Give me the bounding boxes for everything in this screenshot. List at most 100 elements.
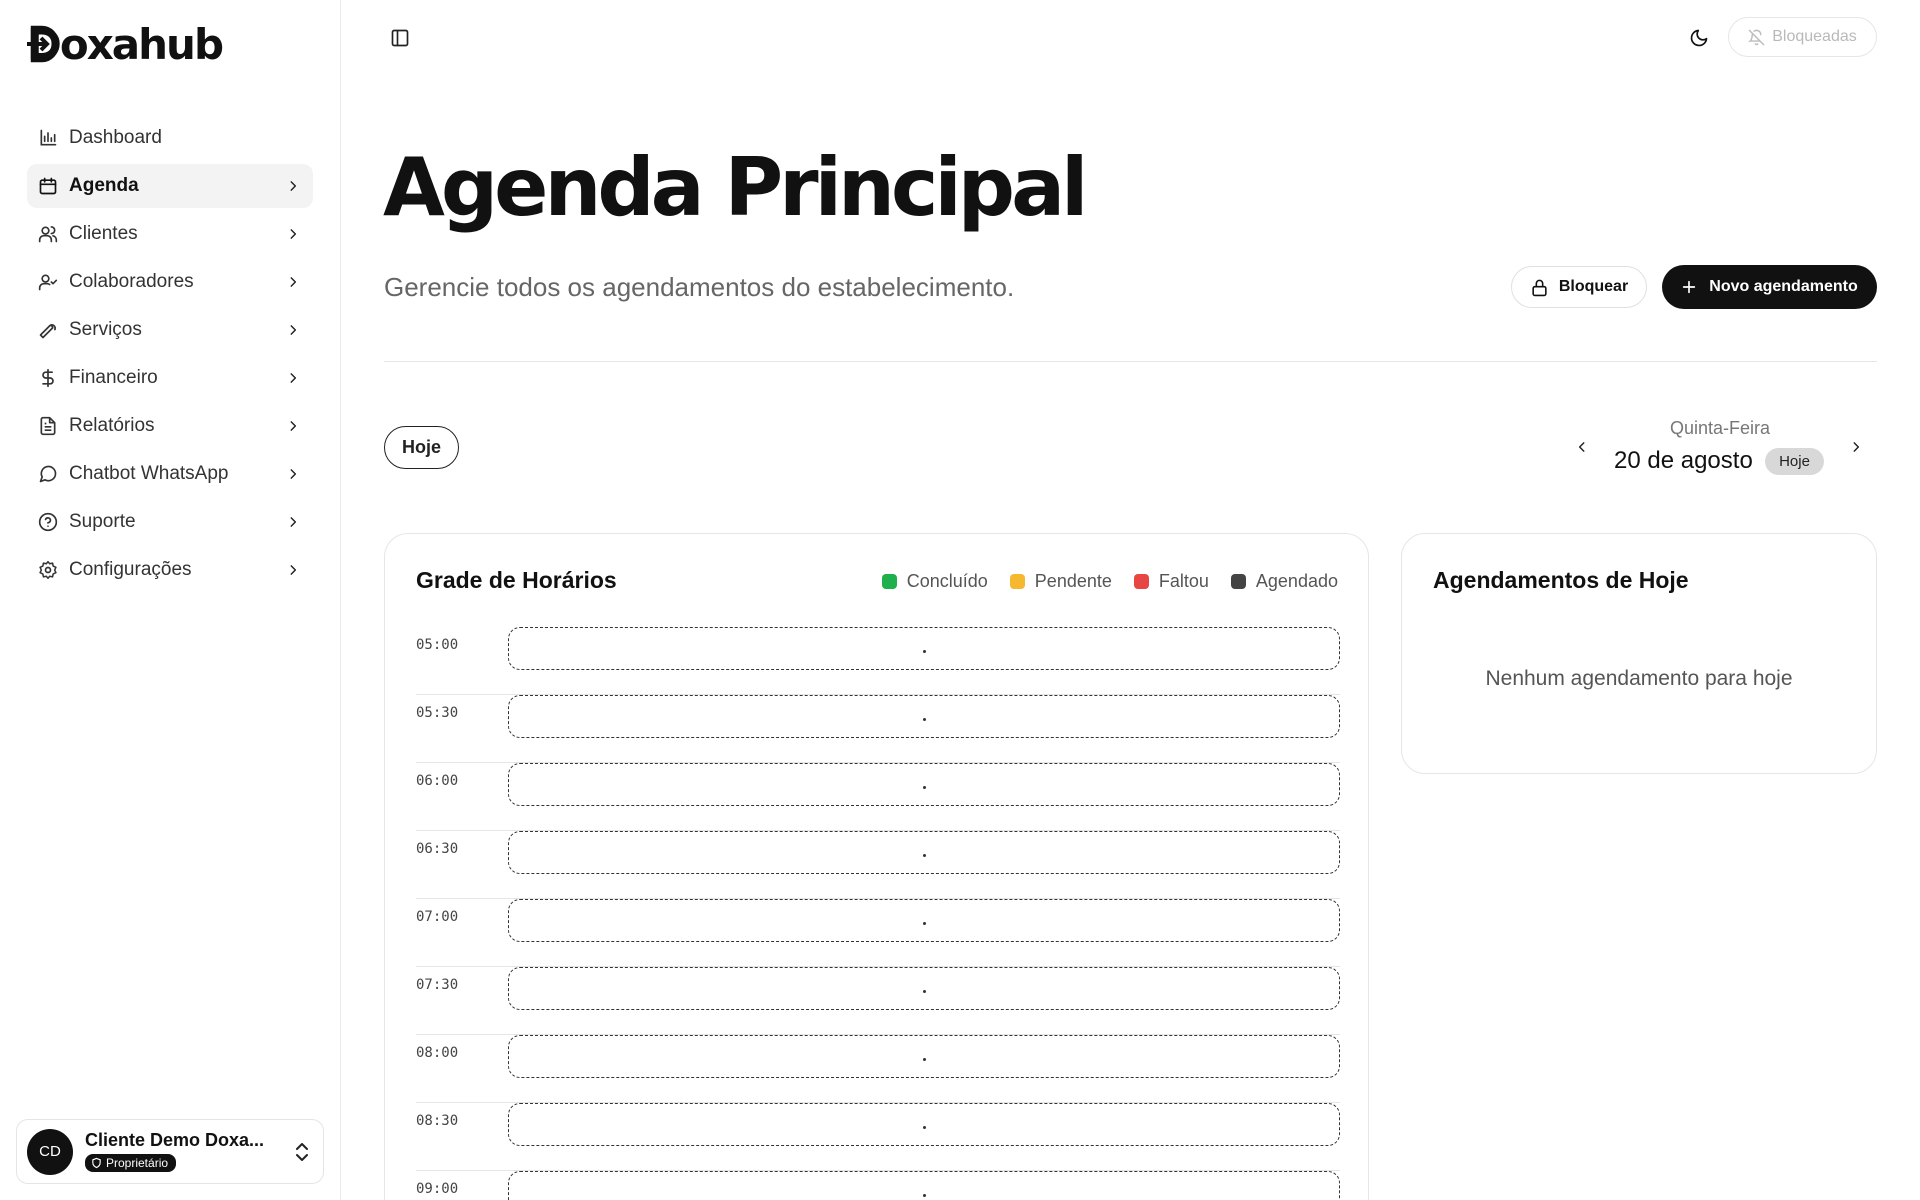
settings-icon [37, 559, 59, 581]
time-slot-label: 05:30 [416, 705, 459, 721]
today-badge: Hoje [1765, 448, 1824, 475]
sidebar-item-dashboard[interactable]: Dashboard [27, 116, 313, 160]
slot-dot [922, 990, 926, 993]
user-info: Cliente Demo Doxa... Proprietário [85, 1130, 291, 1174]
slot-dot [922, 786, 926, 789]
shield-icon [92, 1157, 101, 1168]
role-badge: Proprietário [85, 1153, 177, 1172]
chevron-right-icon [285, 514, 301, 530]
schedule-grid-card: Grade de Horários Concluído Pendente Falto… [384, 533, 1369, 1200]
bar-chart-icon [37, 127, 59, 149]
doxahub-logo[interactable]: Doxahub [27, 20, 224, 69]
theme-toggle-button[interactable] [1686, 25, 1712, 51]
sidebar-item-financeiro[interactable]: Financeiro [27, 356, 313, 400]
empty-slot[interactable] [508, 627, 1340, 670]
legend-item: Pendente [1009, 571, 1112, 592]
slot-dot [922, 1126, 926, 1129]
sidebar-item-configuracoes[interactable]: Configurações [27, 548, 313, 592]
today-appointments-card: Agendamentos de Hoje Nenhum agendamento … [1401, 533, 1877, 774]
empty-slot[interactable] [508, 1171, 1340, 1200]
today-button[interactable]: Hoje [384, 426, 459, 469]
empty-slot[interactable] [508, 899, 1340, 942]
today-appointments-title: Agendamentos de Hoje [1433, 567, 1689, 593]
page-title: Agenda Principal [383, 141, 1088, 234]
chevron-right-icon [285, 274, 301, 290]
chevron-right-icon [285, 466, 301, 482]
sidebar-item-label: Configurações [69, 559, 192, 580]
sidebar: Doxahub Dashboard Agenda Clientes Colaborad… [0, 0, 341, 1200]
dollar-icon [37, 367, 59, 389]
plus-icon [1683, 280, 1696, 294]
block-button-label: Bloquear [1558, 278, 1629, 295]
sidebar-item-label: Financeiro [69, 367, 158, 388]
slot-dot [922, 650, 926, 653]
role-label: Proprietário [106, 1155, 169, 1170]
sidebar-item-label: Dashboard [69, 127, 162, 148]
toggle-sidebar-button[interactable] [388, 26, 412, 50]
time-slots: 05:00 05:30 06:00 06:30 07:00 07:30 08:00 08:30… [416, 627, 1340, 1200]
empty-slot[interactable] [508, 1035, 1340, 1078]
sidebar-item-colaboradores[interactable]: Colaboradores [27, 260, 313, 304]
empty-slot[interactable] [508, 967, 1340, 1010]
sidebar-item-label: Colaboradores [69, 271, 194, 292]
time-slot-label: 06:30 [416, 841, 459, 857]
chevron-right-icon [285, 562, 301, 578]
empty-slot[interactable] [508, 763, 1340, 806]
chevron-right-icon [285, 226, 301, 242]
time-slot-label: 09:00 [416, 1181, 459, 1197]
time-slot-row: 05:30 [416, 695, 1340, 763]
new-appointment-label: Novo agendamento [1709, 278, 1858, 295]
chevron-right-icon [285, 370, 301, 386]
avatar: CD [27, 1128, 73, 1175]
legend-item: Faltou [1133, 571, 1209, 592]
slot-dot [922, 718, 926, 721]
moon-icon [1690, 29, 1708, 47]
chevron-left-icon [1578, 442, 1585, 452]
empty-slot[interactable] [508, 1103, 1340, 1146]
sidebar-item-clientes[interactable]: Clientes [27, 212, 313, 256]
user-check-icon [37, 271, 59, 293]
time-slot-label: 07:30 [416, 977, 459, 993]
block-button[interactable]: Bloquear [1511, 266, 1647, 308]
previous-day-button[interactable] [1571, 436, 1593, 458]
legend-label: Faltou [1158, 571, 1209, 591]
current-date: 20 de agosto [1614, 447, 1753, 474]
time-slot-row: 08:30 [416, 1103, 1340, 1171]
sidebar-item-servicos[interactable]: Serviços [27, 308, 313, 352]
time-slot-row: 07:00 [416, 899, 1340, 967]
empty-slot[interactable] [508, 831, 1340, 874]
legend-item: Concluído [881, 571, 988, 592]
calendar-icon [37, 175, 59, 197]
slot-dot [922, 1194, 926, 1197]
sidebar-item-label: Clientes [69, 223, 138, 244]
sidebar-item-agenda[interactable]: Agenda [27, 164, 313, 208]
chevron-right-icon [285, 322, 301, 338]
status-legend: Concluído Pendente Faltou Agendado [860, 571, 1338, 592]
lock-icon [1532, 279, 1547, 296]
sidebar-item-relatorios[interactable]: Relatórios [27, 404, 313, 448]
sidebar-item-label: Relatórios [69, 415, 155, 436]
empty-state-message: Nenhum agendamento para hoje [1485, 667, 1793, 690]
empty-slot[interactable] [508, 695, 1340, 738]
user-switcher[interactable]: CD Cliente Demo Doxa... Proprietário [16, 1119, 324, 1184]
legend-color-swatch [1133, 574, 1149, 589]
sidebar-item-chatbot-whatsapp[interactable]: Chatbot WhatsApp [27, 452, 313, 496]
new-appointment-button[interactable]: Novo agendamento [1662, 265, 1877, 309]
next-day-button[interactable] [1845, 436, 1867, 458]
legend-label: Pendente [1034, 571, 1112, 591]
blocked-label: Bloqueadas [1772, 28, 1857, 45]
blocked-button[interactable]: Bloqueadas [1728, 17, 1877, 57]
time-slot-row: 09:00 [416, 1171, 1340, 1200]
time-slot-label: 08:00 [416, 1045, 459, 1061]
time-slot-label: 07:00 [416, 909, 459, 925]
page-subtitle: Gerencie todos os agendamentos do estabe… [384, 272, 1015, 302]
chevron-right-icon [1853, 442, 1860, 452]
time-slot-row: 05:00 [416, 627, 1340, 695]
sidebar-item-label: Serviços [69, 319, 142, 340]
legend-label: Concluído [906, 571, 988, 591]
sidebar-item-suporte[interactable]: Suporte [27, 500, 313, 544]
help-circle-icon [37, 511, 59, 533]
time-slot-label: 06:00 [416, 773, 459, 789]
time-slot-label: 08:30 [416, 1113, 459, 1129]
time-slot-row: 07:30 [416, 967, 1340, 1035]
